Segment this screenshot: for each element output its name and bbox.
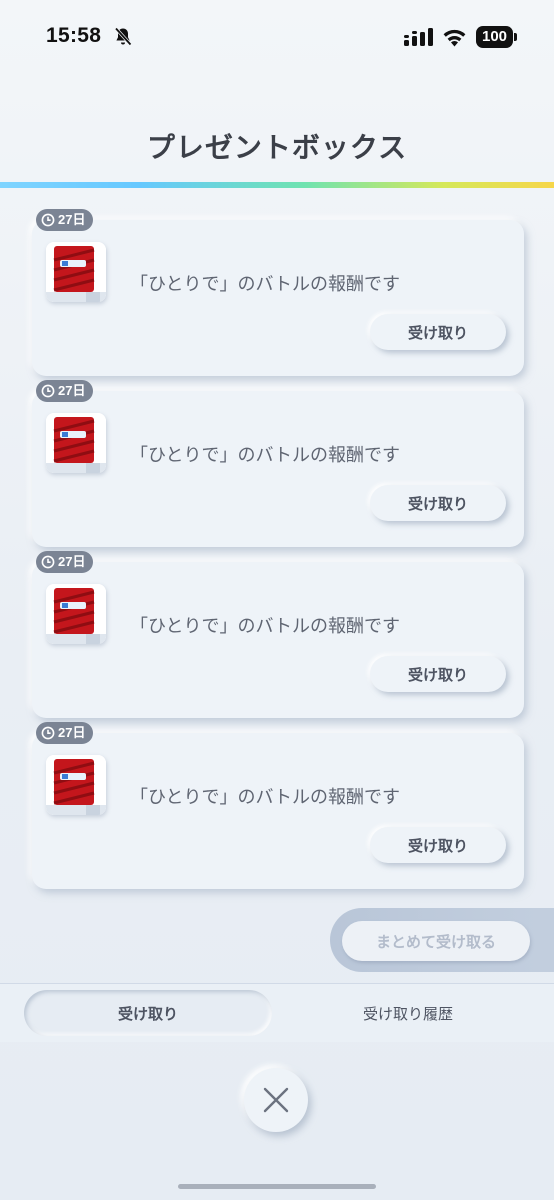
close-icon xyxy=(263,1087,289,1113)
reward-item-icon xyxy=(46,413,106,473)
present-card: 27日 「ひとりで」のバトルの報酬です 受け取り xyxy=(32,551,524,718)
expiry-days: 27日 xyxy=(58,554,86,569)
clock-icon xyxy=(41,213,55,227)
clock-icon xyxy=(41,726,55,740)
tab-history[interactable]: 受け取り履歴 xyxy=(284,990,532,1036)
clock-icon xyxy=(41,384,55,398)
expiry-badge: 27日 xyxy=(36,551,94,573)
expiry-badge: 27日 xyxy=(36,722,94,744)
reward-item-icon xyxy=(46,242,106,302)
receive-button[interactable]: 受け取り xyxy=(370,314,506,350)
bell-slash-icon xyxy=(114,27,132,46)
receive-button[interactable]: 受け取り xyxy=(370,827,506,863)
expiry-days: 27日 xyxy=(58,212,86,227)
battery-level: 100 xyxy=(476,26,513,48)
expiry-badge: 27日 xyxy=(36,209,94,231)
wifi-icon xyxy=(443,29,466,47)
receive-button[interactable]: 受け取り xyxy=(370,485,506,521)
receive-button[interactable]: 受け取り xyxy=(370,656,506,692)
tab-receive[interactable]: 受け取り xyxy=(24,990,272,1036)
battery-icon: 100 xyxy=(476,26,518,48)
expiry-days: 27日 xyxy=(58,383,86,398)
cellular-signal-icon xyxy=(404,28,433,46)
present-card: 27日 「ひとりで」のバトルの報酬です 受け取り xyxy=(32,380,524,547)
page-title: プレゼントボックス xyxy=(146,131,408,164)
tab-bar: 受け取り 受け取り履歴 xyxy=(0,984,554,1042)
present-card: 27日 「ひとりで」のバトルの報酬です 受け取り xyxy=(32,209,524,376)
clock-icon xyxy=(41,555,55,569)
reward-item-icon xyxy=(46,755,106,815)
expiry-badge: 27日 xyxy=(36,380,94,402)
status-bar: 15:58 100 xyxy=(0,0,554,74)
bulk-receive-panel: まとめて受け取る xyxy=(330,908,554,972)
card-message: 「ひとりで」のバトルの報酬です xyxy=(130,616,400,637)
present-card: 27日 「ひとりで」のバトルの報酬です 受け取り xyxy=(32,722,524,889)
bulk-receive-button[interactable]: まとめて受け取る xyxy=(342,921,530,961)
home-indicator[interactable] xyxy=(178,1184,376,1189)
close-button[interactable] xyxy=(244,1068,308,1132)
card-message: 「ひとりで」のバトルの報酬です xyxy=(130,274,400,295)
expiry-days: 27日 xyxy=(58,725,86,740)
status-time: 15:58 xyxy=(46,24,102,47)
card-message: 「ひとりで」のバトルの報酬です xyxy=(130,445,400,466)
reward-item-icon xyxy=(46,584,106,644)
header-divider xyxy=(0,182,554,188)
card-message: 「ひとりで」のバトルの報酬です xyxy=(130,787,400,808)
